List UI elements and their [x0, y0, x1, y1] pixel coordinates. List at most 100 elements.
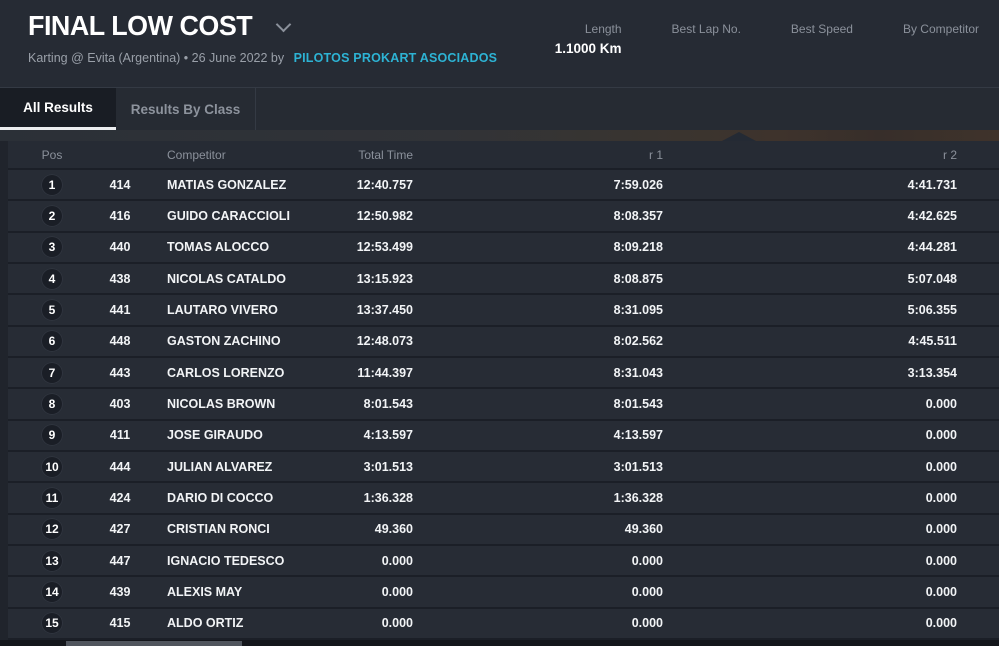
total-time: 12:50.982 — [356, 208, 413, 223]
r2-time: 0.000 — [925, 396, 957, 411]
stat-best-speed: Best Speed — [791, 22, 853, 57]
r1-time: 1:36.328 — [613, 490, 663, 505]
r2-time: 4:41.731 — [907, 177, 957, 192]
r2-time: 0.000 — [925, 522, 957, 537]
stat-length-label: Length — [584, 22, 622, 36]
competitor-name: CRISTIAN RONCI — [167, 522, 270, 537]
r2-time: 0.000 — [925, 428, 957, 443]
stat-best-lap: Best Lap No. — [672, 22, 741, 57]
position-badge: 12 — [41, 518, 63, 541]
total-time: 1:36.328 — [363, 490, 413, 505]
results-tab-bar: All Results Results By Class — [0, 87, 999, 130]
total-time: 13:37.450 — [356, 302, 413, 317]
r2-time: 5:06.355 — [907, 302, 957, 317]
table-row[interactable]: 13 447 IGNACIO TEDESCO 0.000 0.000 0.000 — [8, 545, 999, 578]
competitor-name: TOMAS ALOCCO — [167, 240, 270, 255]
r1-time: 0.000 — [631, 616, 663, 631]
table-row[interactable]: 3 440 TOMAS ALOCCO 12:53.499 8:09.218 4:… — [8, 232, 999, 264]
kart-number: 416 — [109, 208, 131, 223]
col-header-r1: r 1 — [648, 147, 663, 162]
table-row[interactable]: 4 438 NICOLAS CATALDO 13:15.923 8:08.875… — [8, 263, 999, 296]
r2-time: 0.000 — [925, 584, 957, 599]
total-time: 8:01.543 — [363, 396, 413, 411]
event-meta-text: Karting @ Evita (Argentina) • 26 June 20… — [28, 51, 285, 65]
event-title-dropdown[interactable]: FINAL LOW COST — [28, 10, 291, 42]
table-row[interactable]: 11 424 DARIO DI COCCO 1:36.328 1:36.328 … — [8, 483, 999, 515]
r1-time: 4:13.597 — [613, 428, 663, 443]
kart-number: 448 — [109, 334, 131, 349]
total-time: 3:01.513 — [363, 459, 413, 474]
table-row[interactable]: 14 439 ALEXIS MAY 0.000 0.000 0.000 — [8, 577, 999, 609]
banner-notch-decoration — [722, 132, 756, 141]
stat-by-competitor: By Competitor — [903, 22, 979, 57]
competitor-name: NICOLAS BROWN — [167, 396, 276, 411]
total-time: 12:53.499 — [356, 240, 413, 255]
event-stats: Length 1.1000 Km Best Lap No. Best Speed… — [555, 22, 979, 57]
r1-time: 0.000 — [631, 584, 663, 599]
col-header-pos: Pos — [41, 147, 63, 162]
r1-time: 8:02.562 — [613, 334, 663, 349]
r2-time: 4:44.281 — [907, 240, 957, 255]
table-row[interactable]: 10 444 JULIAN ALVAREZ 3:01.513 3:01.513 … — [8, 451, 999, 484]
kart-number: 411 — [109, 428, 131, 443]
kart-number: 439 — [109, 584, 131, 599]
results-body: 1 414 MATIAS GONZALEZ 12:40.757 7:59.026… — [8, 170, 999, 640]
kart-number: 403 — [109, 396, 131, 411]
total-time: 12:48.073 — [356, 334, 413, 349]
col-header-competitor: Competitor — [167, 147, 226, 162]
r2-time: 0.000 — [925, 553, 957, 568]
stat-length: Length 1.1000 Km — [555, 22, 622, 57]
tab-results-by-class[interactable]: Results By Class — [116, 88, 256, 130]
position-badge: 6 — [41, 330, 63, 353]
chevron-down-icon[interactable] — [275, 16, 291, 32]
kart-number: 427 — [109, 522, 131, 537]
position-badge: 3 — [41, 236, 63, 259]
position-badge: 5 — [41, 298, 63, 321]
position-badge: 7 — [41, 361, 63, 384]
competitor-name: CARLOS LORENZO — [167, 365, 285, 380]
tab-all-results[interactable]: All Results — [0, 88, 116, 130]
kart-number: 424 — [109, 490, 131, 505]
position-badge: 2 — [41, 204, 63, 227]
table-row[interactable]: 5 441 LAUTARO VIVERO 13:37.450 8:31.095 … — [8, 295, 999, 327]
competitor-name: JOSE GIRAUDO — [167, 428, 263, 443]
total-time: 13:15.923 — [356, 271, 413, 286]
position-badge: 13 — [41, 549, 63, 572]
organizer-link[interactable]: PILOTOS PROKART ASOCIADOS — [294, 51, 498, 65]
position-badge: 4 — [41, 267, 63, 290]
table-header-row: Pos Competitor Total Time r 1 r 2 — [8, 141, 999, 170]
total-time: 11:44.397 — [357, 365, 413, 380]
r1-time: 8:08.875 — [613, 271, 663, 286]
position-badge: 9 — [41, 424, 63, 447]
r1-time: 8:09.218 — [613, 240, 663, 255]
r1-time: 49.360 — [624, 522, 663, 537]
competitor-name: ALDO ORTIZ — [167, 616, 244, 631]
position-badge: 8 — [41, 392, 63, 415]
table-row[interactable]: 6 448 GASTON ZACHINO 12:48.073 8:02.562 … — [8, 326, 999, 358]
table-row[interactable]: 1 414 MATIAS GONZALEZ 12:40.757 7:59.026… — [8, 170, 999, 202]
r1-time: 8:01.543 — [613, 396, 663, 411]
table-row[interactable]: 7 443 CARLOS LORENZO 11:44.397 8:31.043 … — [8, 357, 999, 390]
stat-best-speed-label: Best Speed — [790, 22, 853, 36]
kart-number: 441 — [109, 302, 131, 317]
r1-time: 8:08.357 — [613, 208, 663, 223]
table-row[interactable]: 12 427 CRISTIAN RONCI 49.360 49.360 0.00… — [8, 514, 999, 546]
total-time: 0.000 — [381, 616, 413, 631]
total-time: 49.360 — [374, 522, 413, 537]
kart-number: 415 — [109, 616, 131, 631]
r2-time: 4:42.625 — [907, 208, 957, 223]
col-header-r2: r 2 — [942, 147, 957, 162]
position-badge: 1 — [41, 173, 63, 196]
table-row[interactable]: 9 411 JOSE GIRAUDO 4:13.597 4:13.597 0.0… — [8, 420, 999, 452]
r1-time: 8:31.043 — [613, 365, 663, 380]
table-row[interactable]: 2 416 GUIDO CARACCIOLI 12:50.982 8:08.35… — [8, 201, 999, 233]
kart-number: 438 — [109, 271, 131, 286]
table-row[interactable]: 8 403 NICOLAS BROWN 8:01.543 8:01.543 0.… — [8, 389, 999, 421]
r1-time: 8:31.095 — [613, 302, 663, 317]
r1-time: 3:01.513 — [613, 459, 663, 474]
stat-length-value: 1.1000 Km — [554, 41, 622, 56]
r2-time: 3:13.354 — [907, 365, 957, 380]
horizontal-scrollbar[interactable] — [0, 639, 999, 646]
horizontal-scrollbar-thumb[interactable] — [66, 640, 242, 646]
table-row[interactable]: 15 415 ALDO ORTIZ 0.000 0.000 0.000 — [8, 608, 999, 640]
